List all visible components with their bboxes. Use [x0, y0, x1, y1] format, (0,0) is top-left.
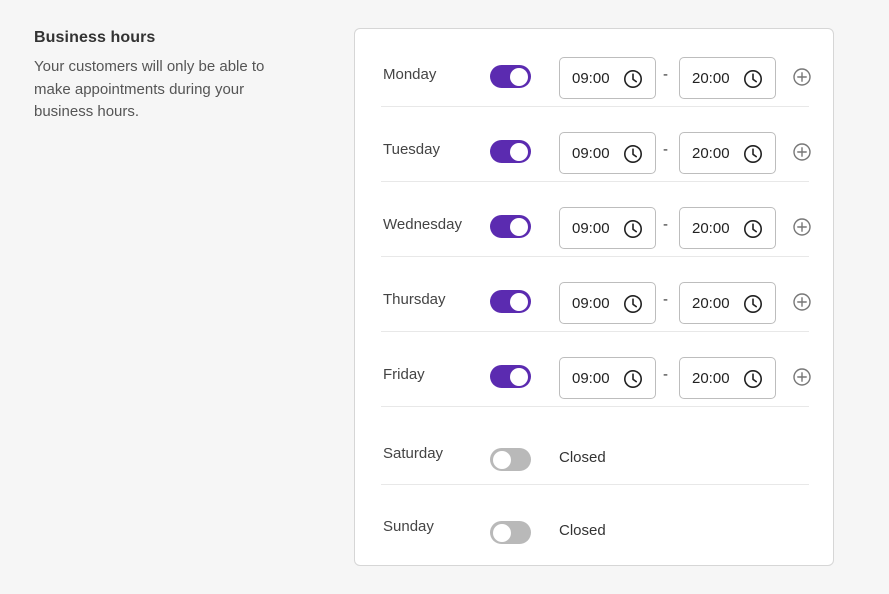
clock-icon: [744, 220, 762, 238]
open-toggle[interactable]: [490, 521, 531, 544]
time-separator: -: [663, 66, 668, 83]
clock-icon: [624, 295, 642, 313]
add-time-range-plus-circle-icon[interactable]: [792, 67, 812, 87]
start-time-value: 09:00: [572, 145, 610, 162]
day-label: Monday: [383, 66, 437, 83]
end-time-value: 20:00: [692, 220, 730, 237]
start-time-input[interactable]: 09:00: [559, 57, 656, 99]
business-hours-intro: Business hours Your customers will only …: [34, 29, 304, 124]
day-row-sunday: Sunday Closed: [381, 485, 809, 558]
day-label: Friday: [383, 366, 425, 383]
day-label: Tuesday: [383, 141, 440, 158]
business-hours-card: Monday 09:00 - 20:00 Tuesday 09:00 - 20:…: [354, 28, 834, 566]
day-row-thursday: Thursday 09:00 - 20:00: [381, 257, 812, 332]
day-row-monday: Monday 09:00 - 20:00: [381, 32, 812, 107]
time-separator: -: [663, 141, 668, 158]
clock-icon: [624, 70, 642, 88]
day-label: Sunday: [383, 518, 434, 535]
start-time-input[interactable]: 09:00: [559, 132, 656, 174]
add-time-range-plus-circle-icon[interactable]: [792, 217, 812, 237]
end-time-value: 20:00: [692, 70, 730, 87]
start-time-value: 09:00: [572, 220, 610, 237]
time-separator: -: [663, 291, 668, 308]
day-row-wednesday: Wednesday 09:00 - 20:00: [381, 182, 812, 257]
clock-icon: [624, 220, 642, 238]
end-time-value: 20:00: [692, 145, 730, 162]
clock-icon: [744, 70, 762, 88]
toggle-knob: [493, 450, 511, 469]
time-separator: -: [663, 216, 668, 233]
closed-status: Closed: [559, 522, 606, 539]
time-separator: -: [663, 366, 668, 383]
section-title: Business hours: [34, 29, 156, 46]
clock-icon: [744, 145, 762, 163]
start-time-value: 09:00: [572, 370, 610, 387]
end-time-input[interactable]: 20:00: [679, 132, 776, 174]
end-time-input[interactable]: 20:00: [679, 282, 776, 324]
open-toggle[interactable]: [490, 365, 531, 388]
end-time-input[interactable]: 20:00: [679, 207, 776, 249]
open-toggle[interactable]: [490, 65, 531, 88]
toggle-knob: [510, 367, 528, 386]
day-row-friday: Friday 09:00 - 20:00: [381, 332, 812, 407]
open-toggle[interactable]: [490, 140, 531, 163]
row-divider: [381, 406, 809, 407]
start-time-input[interactable]: 09:00: [559, 357, 656, 399]
add-time-range-plus-circle-icon[interactable]: [792, 292, 812, 312]
start-time-input[interactable]: 09:00: [559, 282, 656, 324]
end-time-value: 20:00: [692, 295, 730, 312]
day-label: Saturday: [383, 445, 444, 462]
day-label: Thursday: [383, 291, 446, 308]
clock-icon: [744, 295, 762, 313]
toggle-knob: [510, 142, 528, 161]
end-time-value: 20:00: [692, 370, 730, 387]
end-time-input[interactable]: 20:00: [679, 57, 776, 99]
clock-icon: [624, 370, 642, 388]
add-time-range-plus-circle-icon[interactable]: [792, 367, 812, 387]
day-label: Wednesday: [383, 216, 462, 233]
open-toggle[interactable]: [490, 215, 531, 238]
clock-icon: [624, 145, 642, 163]
day-row-tuesday: Tuesday 09:00 - 20:00: [381, 107, 812, 182]
start-time-input[interactable]: 09:00: [559, 207, 656, 249]
open-toggle[interactable]: [490, 448, 531, 471]
open-toggle[interactable]: [490, 290, 531, 313]
toggle-knob: [510, 67, 528, 86]
day-row-saturday: Saturday Closed: [381, 412, 809, 485]
toggle-knob: [510, 217, 528, 236]
end-time-input[interactable]: 20:00: [679, 357, 776, 399]
clock-icon: [744, 370, 762, 388]
toggle-knob: [493, 523, 511, 542]
closed-status: Closed: [559, 449, 606, 466]
section-description: Your customers will only be able to make…: [34, 58, 265, 120]
toggle-knob: [510, 292, 528, 311]
start-time-value: 09:00: [572, 70, 610, 87]
start-time-value: 09:00: [572, 295, 610, 312]
add-time-range-plus-circle-icon[interactable]: [792, 142, 812, 162]
